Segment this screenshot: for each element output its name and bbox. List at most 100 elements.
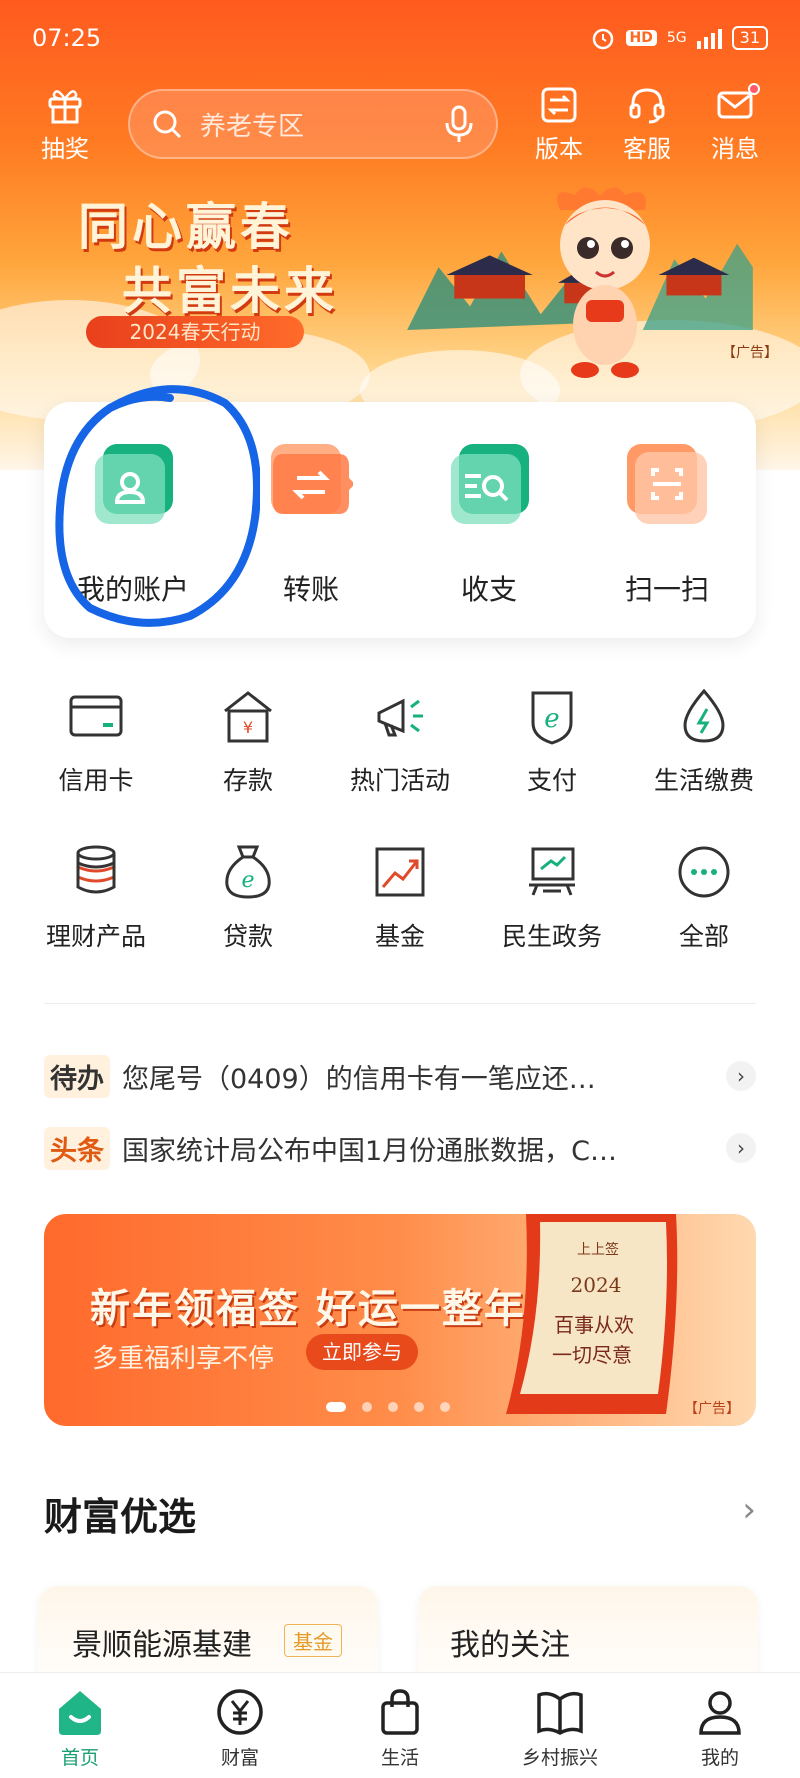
income-expense-button[interactable]: 收支 [400, 402, 578, 638]
tab-label: 我的 [700, 1747, 739, 1769]
service-government[interactable]: 民生政务 [476, 841, 628, 953]
todo-tag: 待办 [44, 1054, 110, 1098]
scan-icon [627, 444, 707, 524]
income-expense-label: 收支 [460, 573, 517, 606]
service-label: 支付 [526, 766, 577, 795]
wealth-section-title: 财富优选 [44, 1495, 197, 1539]
search-input[interactable]: 养老专区 [128, 89, 498, 159]
service-label: 贷款 [222, 922, 273, 951]
government-icon [529, 847, 575, 896]
messages-button[interactable]: 消息 [700, 82, 770, 164]
service-deposit[interactable]: ¥ 存款 [172, 685, 324, 797]
banner-slogan[interactable]: 同心赢春 共富未来 [78, 195, 338, 323]
services-grid: 信用卡 ¥ 存款 热门活动 e 支付 生活缴费 理财产品 e 贷款 基金 民生政… [20, 685, 780, 953]
my-account-label: 我的账户 [76, 573, 189, 606]
search-icon [153, 110, 182, 139]
service-wealth-products[interactable]: 理财产品 [20, 841, 172, 953]
service-credit-card[interactable]: 信用卡 [20, 685, 172, 797]
scan-button[interactable]: 扫一扫 [578, 402, 756, 638]
tab-home[interactable]: 首页 [0, 1673, 160, 1778]
service-label: 存款 [222, 766, 273, 795]
tab-label: 乡村振兴 [521, 1747, 598, 1769]
income-expense-icon [451, 444, 529, 524]
service-payment[interactable]: e 支付 [476, 685, 628, 797]
transfer-label: 转账 [282, 573, 339, 606]
todo-notice[interactable]: 待办 您尾号（0409）的信用卡有一笔应还… › [44, 1054, 756, 1098]
headline-notice[interactable]: 头条 国家统计局公布中国1月份通胀数据，C… › [44, 1126, 756, 1170]
scroll-year-text: 2024 [571, 1273, 622, 1297]
dragon-mascot-image [557, 187, 650, 378]
tab-label: 首页 [60, 1747, 99, 1769]
chevron-right-icon[interactable]: › [726, 1061, 756, 1091]
gift-icon [48, 89, 82, 123]
scan-label: 扫一扫 [624, 573, 709, 606]
service-label: 理财产品 [45, 922, 146, 951]
more-icon [678, 846, 730, 898]
customer-service-label: 客服 [623, 134, 671, 163]
status-time: 07:25 [32, 24, 102, 52]
shopping-bag-icon [381, 1689, 419, 1735]
user-icon [699, 1691, 741, 1735]
scroll-top-text: 上上签 [577, 1241, 619, 1258]
chevron-right-icon[interactable]: › [726, 1133, 756, 1163]
headline-tag: 头条 [44, 1126, 110, 1170]
signal-icon [696, 27, 722, 49]
megaphone-icon [377, 698, 423, 737]
service-loan[interactable]: e 贷款 [172, 841, 324, 953]
ad-tag: 【广告】 [722, 345, 778, 361]
promo-banner[interactable]: 新年领福签 好运一整年 多重福利享不停 立即参与 上上签 2024 百事从欢 一… [44, 1214, 756, 1426]
lottery-label: 抽奖 [41, 134, 89, 163]
version-button[interactable]: 版本 [524, 85, 594, 164]
todo-text: 您尾号（0409）的信用卡有一笔应还… [122, 1063, 596, 1095]
service-fund[interactable]: 基金 [324, 841, 476, 953]
carousel-dots [326, 1402, 450, 1412]
top-bar: 抽奖 养老专区 版本 客服 消息 [30, 82, 770, 164]
home-icon [59, 1691, 101, 1735]
service-label: 生活缴费 [653, 766, 754, 795]
fortune-scroll-image: 上上签 2024 百事从欢 一切尽意 [506, 1214, 678, 1414]
fund-chart-icon [375, 847, 425, 897]
watchlist-card-title: 我的关注 [450, 1628, 570, 1663]
unread-dot [748, 82, 760, 95]
alarm-icon [592, 28, 613, 50]
transfer-button[interactable]: 转账 [222, 402, 400, 638]
svg-text:e: e [544, 704, 559, 734]
tab-rural-revitalization[interactable]: 乡村振兴 [480, 1673, 640, 1778]
tab-life[interactable]: 生活 [320, 1673, 480, 1778]
campaign-badge: 2024春天行动 [86, 316, 304, 348]
my-account-button[interactable]: 我的账户 [44, 402, 222, 638]
service-label: 全部 [678, 922, 729, 951]
customer-service-button[interactable]: 客服 [612, 85, 682, 164]
fund-card-title: 景顺能源基建 [72, 1628, 252, 1663]
microphone-icon[interactable] [442, 104, 476, 144]
deposit-icon: ¥ [224, 691, 272, 743]
join-now-button[interactable]: 立即参与 [306, 1334, 418, 1370]
chevron-right-icon[interactable]: › [742, 1490, 756, 1530]
version-switch-icon [541, 87, 577, 122]
slogan-line-2: 共富未来 [122, 261, 338, 320]
tab-label: 财富 [220, 1747, 259, 1769]
service-all[interactable]: 全部 [628, 841, 780, 953]
promo-subtitle: 多重福利享不停 [92, 1344, 275, 1374]
loan-bag-icon: e [225, 845, 271, 899]
battery-indicator: 31 [731, 26, 768, 50]
promo-title: 新年领福签 好运一整年 [90, 1286, 526, 1332]
coins-icon [76, 845, 116, 894]
credit-card-icon [69, 695, 123, 737]
service-utilities[interactable]: 生活缴费 [628, 685, 780, 797]
hd-badge: HD [625, 30, 657, 46]
slogan-line-1: 同心赢春 [78, 197, 294, 256]
account-icon [95, 444, 173, 524]
divider [44, 1003, 756, 1004]
lottery-button[interactable]: 抽奖 [30, 85, 100, 164]
yen-coin-icon [217, 1689, 263, 1735]
transfer-icon [271, 444, 353, 514]
tab-mine[interactable]: 我的 [640, 1673, 800, 1778]
service-hot-activities[interactable]: 热门活动 [324, 685, 476, 797]
tab-wealth[interactable]: 财富 [160, 1673, 320, 1778]
svg-text:e: e [241, 868, 254, 893]
open-book-icon [537, 1691, 583, 1735]
headset-icon [629, 87, 665, 123]
svg-text:¥: ¥ [243, 718, 253, 737]
service-label: 基金 [374, 922, 425, 951]
